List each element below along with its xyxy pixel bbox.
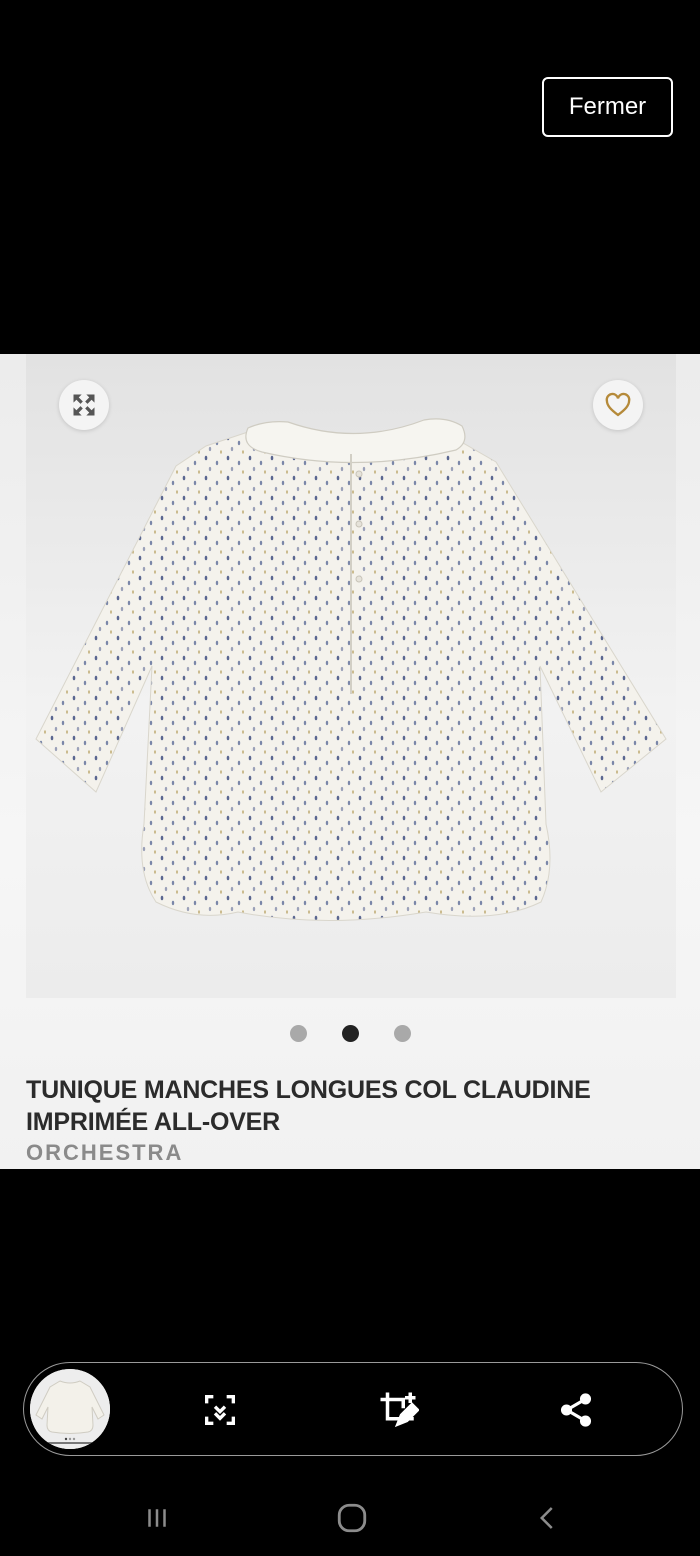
product-image[interactable]: [26, 354, 676, 998]
screenshot-toolbar: [23, 1362, 683, 1456]
expand-arrows-icon: [73, 394, 95, 416]
favorite-button[interactable]: [593, 380, 643, 430]
screenshot-preview: TUNIQUE MANCHES LONGUES COL CLAUDINE IMP…: [0, 354, 700, 1169]
home-button[interactable]: [322, 1488, 382, 1548]
product-brand: ORCHESTRA: [26, 1140, 184, 1165]
home-icon: [337, 1503, 367, 1533]
expand-button[interactable]: [59, 380, 109, 430]
scan-text-button[interactable]: [196, 1386, 244, 1434]
screenshot-thumbnail[interactable]: [30, 1369, 110, 1449]
carousel-dots: [0, 1025, 700, 1042]
carousel-dot[interactable]: [393, 1025, 411, 1042]
crop-edit-button[interactable]: [374, 1386, 422, 1434]
carousel-dot[interactable]: [289, 1025, 307, 1042]
scan-text-icon: [205, 1395, 235, 1425]
back-icon: [539, 1507, 553, 1529]
share-button[interactable]: [552, 1386, 600, 1434]
close-button[interactable]: Fermer: [542, 77, 673, 137]
back-button[interactable]: [518, 1488, 578, 1548]
recents-icon: [148, 1509, 166, 1527]
system-navigation-bar: [0, 1488, 700, 1548]
crop-edit-icon: [380, 1392, 419, 1428]
product-title: TUNIQUE MANCHES LONGUES COL CLAUDINE IMP…: [26, 1076, 591, 1136]
carousel-dot-active[interactable]: [341, 1025, 359, 1042]
share-icon: [560, 1393, 592, 1427]
recents-button[interactable]: [127, 1488, 187, 1548]
heart-outline-icon: [605, 392, 631, 417]
